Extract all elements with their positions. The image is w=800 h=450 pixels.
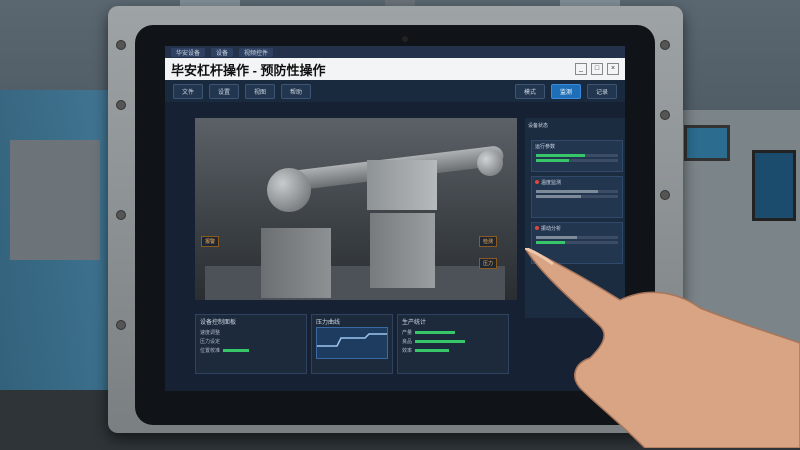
window-tab[interactable]: 华安设备: [171, 47, 206, 57]
screw-icon: [116, 100, 126, 110]
app-title: 毕安杠杆操作 - 预防性操作: [171, 62, 326, 78]
pressure-chart-svg: [317, 333, 387, 347]
control-panel: 设备控制面板 速度调整 压力设定 位置校准: [195, 314, 307, 374]
status-bar: [536, 159, 618, 162]
status-bar-fill: [536, 236, 577, 239]
app-titlebar: 毕安杠杆操作 - 预防性操作 _ □ ×: [165, 58, 625, 80]
status-card-label: 振动分析: [541, 226, 562, 232]
status-card[interactable]: 温度监测: [531, 176, 623, 218]
record-button[interactable]: 记录: [586, 84, 617, 99]
screw-icon: [116, 320, 126, 330]
status-bar-fill: [536, 154, 586, 157]
stats-row-label: 良品: [402, 339, 413, 345]
status-bar: [536, 154, 618, 157]
stats-bar: [415, 331, 456, 334]
stats-row: 良品: [398, 337, 508, 346]
toolbar-settings-button[interactable]: 设置: [209, 83, 240, 99]
toolbar-view-button[interactable]: 视图: [245, 83, 276, 99]
mode-button[interactable]: 模式: [514, 84, 545, 99]
pointing-hand: [525, 248, 800, 448]
chart-panel: 压力曲线: [311, 314, 393, 374]
control-row[interactable]: 压力设定: [196, 337, 306, 346]
pressure-chart[interactable]: [316, 327, 388, 359]
stats-panel: 生产统计 产量 良品 效率: [397, 314, 509, 374]
stats-bar: [415, 340, 466, 343]
alarm-icon: [535, 180, 539, 184]
close-button[interactable]: ×: [607, 63, 619, 75]
control-row[interactable]: 速度调整: [196, 328, 306, 337]
gray-equipment-left: [10, 140, 100, 260]
maximize-button[interactable]: □: [591, 63, 603, 75]
screw-icon: [116, 40, 126, 50]
control-row-label: 速度调整: [200, 330, 221, 336]
status-card-title: 运行参数: [535, 144, 556, 150]
status-panel-title: 设备状态: [528, 123, 549, 129]
status-bar: [536, 195, 618, 198]
status-card[interactable]: 运行参数: [531, 140, 623, 172]
status-card-title: 温度监测: [532, 177, 622, 188]
clamp-block: [367, 160, 437, 210]
machine-base: [205, 266, 505, 300]
status-bar-fill: [536, 190, 598, 193]
pressure-line: [317, 333, 387, 347]
stats-panel-title: 生产统计: [402, 320, 427, 326]
background-monitor: [684, 125, 730, 161]
support-block-right: [370, 213, 435, 288]
screw-icon: [660, 110, 670, 120]
hand-shape: [525, 248, 800, 448]
factory-scene: 华安设备 设备 视频控件 毕安杠杆操作 - 预防性操作 _ □ × 文件 设置 …: [0, 0, 800, 450]
toolbar-right-group: 模式 监测 记录: [514, 84, 617, 99]
screw-icon: [116, 210, 126, 220]
status-bar-fill: [536, 195, 582, 198]
support-block-left: [261, 228, 331, 298]
shaft-end-cap: [477, 150, 503, 176]
toolbar-file-button[interactable]: 文件: [173, 83, 204, 99]
control-panel-title: 设备控制面板: [200, 320, 237, 326]
control-row-label: 位置校准: [200, 348, 221, 354]
status-card-label: 温度监测: [541, 180, 562, 186]
control-row[interactable]: 位置校准: [196, 346, 306, 355]
stats-bar: [415, 349, 450, 352]
status-bar-fill: [536, 159, 569, 162]
window-tab-bar: 华安设备 设备 视频控件: [165, 46, 625, 58]
alarm-icon: [535, 226, 539, 230]
viewer-tag[interactable]: 压力: [479, 258, 498, 269]
window-tab[interactable]: 设备: [211, 47, 234, 57]
background-monitor: [752, 150, 796, 221]
status-bar-fill: [536, 241, 565, 244]
camera-viewer[interactable]: 报警 检测 压力: [195, 118, 517, 300]
status-bar: [536, 241, 618, 244]
control-level-bar: [223, 349, 250, 352]
status-bar: [536, 236, 618, 239]
window-controls: _ □ ×: [575, 63, 619, 75]
stats-row-label: 效率: [402, 348, 413, 354]
camera-icon: [402, 36, 408, 42]
status-bar: [536, 190, 618, 193]
viewer-tag[interactable]: 检测: [479, 236, 498, 247]
shaft-end-cap: [267, 168, 311, 212]
stats-row-label: 产量: [402, 330, 413, 336]
monitor-button[interactable]: 监测: [550, 84, 581, 99]
screw-icon: [660, 40, 670, 50]
stats-row: 效率: [398, 346, 508, 355]
stats-row: 产量: [398, 328, 508, 337]
screw-icon: [660, 190, 670, 200]
toolbar-help-button[interactable]: 帮助: [281, 83, 312, 99]
window-tab[interactable]: 视频控件: [239, 47, 274, 57]
viewer-tag[interactable]: 报警: [201, 236, 220, 247]
control-row-label: 压力设定: [200, 339, 221, 345]
status-card-title: 振动分析: [532, 223, 622, 234]
minimize-button[interactable]: _: [575, 63, 587, 75]
